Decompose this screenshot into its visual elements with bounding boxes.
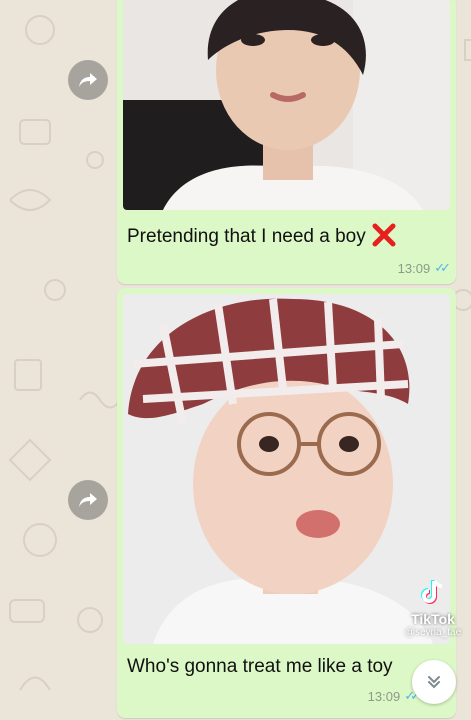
portrait-image: [123, 0, 450, 210]
message-time: 13:09: [367, 688, 401, 704]
caption-text: Who's gonna treat me like a toy: [127, 656, 393, 677]
message-caption: Who's gonna treat me like a toy: [127, 656, 393, 678]
message-meta: 13:09 ✓✓: [397, 260, 451, 276]
watermark-handle: @seyna_tae: [404, 627, 462, 638]
forward-button[interactable]: [68, 480, 108, 520]
tiktok-logo-icon: [421, 579, 443, 604]
scroll-to-bottom-button[interactable]: [412, 660, 456, 704]
read-receipt-icon: ✓✓: [434, 260, 451, 275]
message-time: 13:09: [397, 260, 431, 276]
watermark-brand: TikTok: [411, 611, 455, 627]
tiktok-watermark: TikTok @seyna_tae: [398, 578, 468, 638]
message-bubble[interactable]: Who's gonna treat me like a toy 13:09 ✓✓: [117, 288, 456, 718]
message-caption: Pretending that I need a boy: [127, 222, 397, 248]
cross-mark-icon: [372, 223, 396, 247]
chevron-double-down-icon: [428, 676, 440, 689]
forward-button[interactable]: [68, 60, 108, 100]
message-meta: 13:09 ✓✓: [367, 688, 421, 704]
caption-text: Pretending that I need a boy: [127, 226, 366, 247]
message-bubble[interactable]: Pretending that I need a boy 13:09 ✓✓: [117, 0, 456, 284]
message-photo[interactable]: [123, 0, 450, 210]
forward-arrow-icon: [79, 493, 97, 507]
forward-arrow-icon: [79, 73, 97, 87]
